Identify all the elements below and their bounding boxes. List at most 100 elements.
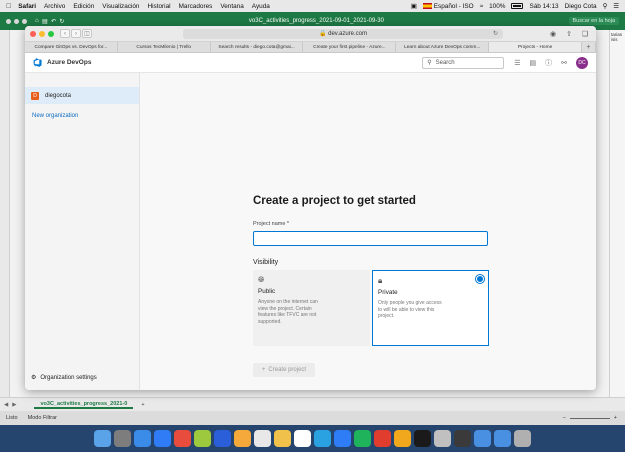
minimize-window-button[interactable] (39, 30, 45, 37)
back-button[interactable]: ‹ (60, 29, 70, 38)
org-name: diegocota (45, 92, 72, 99)
ado-brand[interactable]: Azure DevOps (47, 59, 91, 66)
private-title: Private (378, 289, 398, 296)
zoom-window-button[interactable] (48, 30, 54, 37)
user-name[interactable]: Diego Cota (565, 3, 597, 10)
folder-icon[interactable] (474, 430, 491, 447)
app-store-icon[interactable] (154, 430, 171, 447)
menu-help[interactable]: Ayuda (252, 3, 270, 10)
clock[interactable]: Sáb 14:13 (529, 3, 558, 10)
azure-devops-logo-icon[interactable] (33, 58, 42, 67)
sidebar-toggle-icon[interactable]: ◫ (82, 29, 92, 38)
screen-icon[interactable]: ▣ (411, 2, 417, 10)
app-icon[interactable] (314, 430, 331, 447)
new-tab-button[interactable]: + (582, 42, 596, 52)
marketplace-bag-icon[interactable]: ▤ (530, 59, 537, 67)
input-source[interactable]: Español - ISO (422, 3, 474, 10)
tabs-overview-icon[interactable]: ❏ (579, 29, 591, 39)
sidebar-item-org[interactable]: D diegocota (25, 87, 139, 104)
browser-tab[interactable]: Create your first pipeline - Azure... (303, 42, 397, 52)
finder-icon[interactable] (94, 430, 111, 447)
system-preferences-icon[interactable] (434, 430, 451, 447)
app-icon[interactable] (354, 430, 371, 447)
excel-save-icon[interactable]: ▤ (42, 18, 48, 25)
menu-window[interactable]: Ventana (220, 3, 243, 10)
reload-icon[interactable]: ↻ (493, 30, 498, 37)
safari-icon[interactable] (134, 430, 151, 447)
add-sheet-button[interactable]: + (141, 402, 144, 408)
menu-view[interactable]: Visualización (102, 3, 139, 10)
user-settings-icon[interactable]: ⚯ (561, 59, 567, 67)
forward-button[interactable]: › (71, 29, 81, 38)
app-icon[interactable] (194, 430, 211, 447)
excel-search-input[interactable]: Buscar en la hoja (568, 17, 619, 25)
menu-history[interactable]: Historial (147, 3, 170, 10)
app-icon[interactable] (234, 430, 251, 447)
excel-undo-icon[interactable]: ↶ (51, 18, 56, 25)
menu-edit[interactable]: Edición (73, 3, 94, 10)
app-icon[interactable] (174, 430, 191, 447)
reminders-icon[interactable] (294, 430, 311, 447)
browser-tab-active[interactable]: Projects - Home (489, 42, 582, 52)
app-icon[interactable] (454, 430, 471, 447)
wifi-icon[interactable]: ≈ (480, 3, 484, 10)
apple-icon[interactable]:  (6, 3, 11, 10)
menu-file[interactable]: Archivo (44, 3, 65, 10)
battery-icon[interactable] (511, 3, 524, 9)
menu-app[interactable]: Safari (18, 3, 36, 10)
sheet-nav-arrows[interactable]: ◀▶ (4, 402, 20, 408)
lock-icon: 🔒 (318, 31, 329, 37)
menu-bar:  Safari Archivo Edición Visualización H… (0, 0, 625, 12)
ado-body: D diegocota New organization ⚙ Organizat… (25, 73, 596, 390)
notification-center-icon[interactable]: ☰ (613, 2, 619, 10)
visibility-private-option[interactable]: 🔒︎ Private Only people you give access t… (372, 270, 489, 346)
menu-bookmarks[interactable]: Marcadores (179, 3, 213, 10)
help-icon[interactable]: ⓘ (545, 58, 552, 68)
visibility-label: Visibility (253, 259, 279, 266)
launchpad-icon[interactable] (114, 430, 131, 447)
folder-icon[interactable] (494, 430, 511, 447)
org-sidebar: D diegocota New organization ⚙ Organizat… (25, 73, 140, 390)
excel-side-pane-text: tarias isis (611, 32, 623, 42)
excel-status-mode: Modo Filtrar (27, 415, 57, 421)
browser-tab[interactable]: Search results - diego.cota@gmai... (211, 42, 304, 52)
create-project-button[interactable]: + Create project (253, 363, 315, 377)
address-text: dev.azure.com (328, 30, 368, 37)
close-window-button[interactable] (30, 30, 36, 37)
gear-icon: ⚙ (31, 375, 37, 381)
search-placeholder: Search (435, 59, 455, 66)
organization-settings-link[interactable]: ⚙ Organization settings (31, 374, 97, 382)
browser-tab[interactable]: Learn about Azure DevOps comm... (396, 42, 490, 52)
private-radio-selected[interactable] (476, 275, 484, 283)
excel-traffic-lights[interactable] (6, 18, 27, 24)
notes-icon[interactable] (274, 430, 291, 447)
excel-status-bar: Listo Modo Filtrar − + (0, 411, 625, 425)
organization-settings-label: Organization settings (40, 374, 97, 381)
share-icon[interactable]: ⇧ (563, 29, 575, 39)
visibility-public-option[interactable]: 🌐︎ Public Anyone on the internet can vie… (253, 270, 370, 346)
browser-tab[interactable]: Cursos TecMilenio | Trello (118, 42, 211, 52)
excel-sheet-bar: ◀▶ vo3C_activities_progress_2021-0 + (0, 397, 625, 411)
project-name-label: Project name * (253, 221, 290, 227)
app-icon[interactable] (214, 430, 231, 447)
calendar-icon[interactable] (254, 430, 271, 447)
zoom-slider[interactable]: − + (563, 415, 617, 421)
project-name-field[interactable] (253, 231, 488, 246)
terminal-icon[interactable] (414, 430, 431, 447)
browser-tab[interactable]: Compare GitOps vs. DevOps for... (25, 42, 118, 52)
new-organization-link[interactable]: New organization (25, 104, 139, 119)
excel-side-pane: tarias isis (609, 30, 625, 397)
app-icon[interactable] (374, 430, 391, 447)
trash-icon[interactable] (514, 430, 531, 447)
avatar[interactable]: DC (576, 56, 588, 69)
search-icon: ⚲ (427, 60, 432, 66)
app-icon[interactable] (394, 430, 411, 447)
sheet-tab[interactable]: vo3C_activities_progress_2021-0 (34, 401, 134, 409)
address-bar[interactable]: 🔒 dev.azure.com ↻ (183, 28, 503, 39)
ado-search-input[interactable]: ⚲ Search (422, 56, 505, 69)
extension-icon[interactable]: ◉ (547, 29, 559, 39)
list-icon[interactable]: ☰ (514, 59, 520, 67)
spotlight-icon[interactable]: ⚲ (603, 2, 608, 10)
excel-home-icon[interactable]: ⌂ (35, 18, 39, 24)
app-icon[interactable] (334, 430, 351, 447)
